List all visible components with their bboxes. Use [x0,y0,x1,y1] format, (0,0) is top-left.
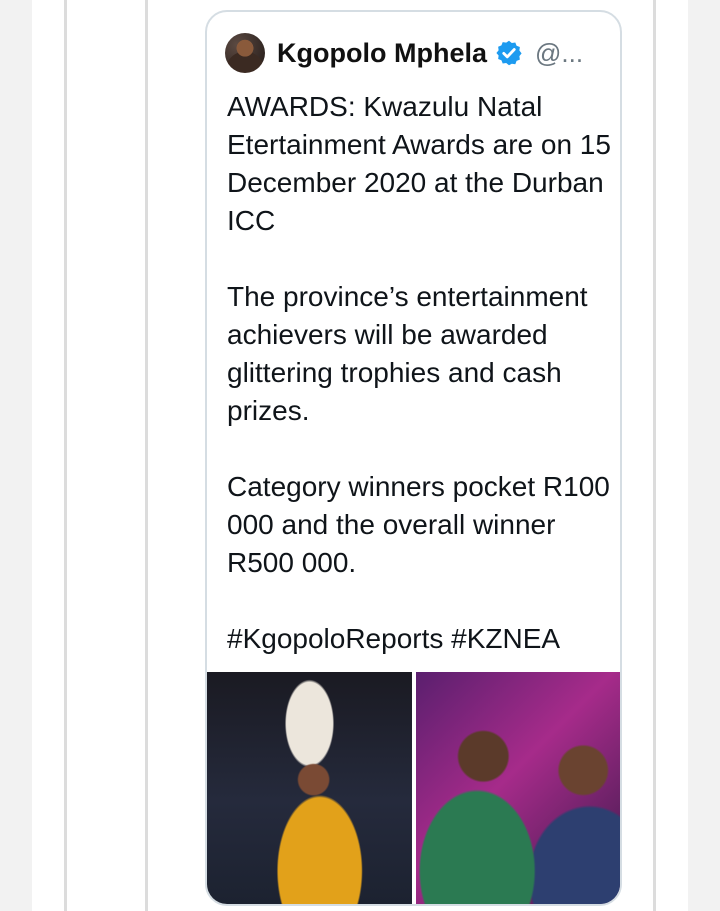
display-name[interactable]: Kgopolo Mphela [277,38,487,69]
tweet-paragraph: The province’s entertainment achievers w… [227,281,588,426]
avatar[interactable] [225,33,265,73]
tweet-paragraph: AWARDS: Kwazulu Natal Etertainment Award… [227,91,611,236]
tweet-paragraph: Category winners pocket R100 000 and the… [227,471,610,578]
quoted-tweet-card[interactable]: Kgopolo Mphela @... AWARDS: Kwazulu Nata… [205,10,622,906]
tweet-text: AWARDS: Kwazulu Natal Etertainment Award… [227,88,612,658]
media-photo-panel[interactable] [415,672,620,904]
tweet-header: Kgopolo Mphela @... [225,32,602,74]
thread-line-right [653,0,656,911]
media-photo-speaker[interactable] [207,672,412,904]
verified-badge-icon [496,40,522,66]
thread-line-middle [145,0,148,911]
thread-line-left [64,0,67,911]
handle[interactable]: @... [535,38,583,69]
media-grid [207,672,620,904]
tweet-hashtags[interactable]: #KgopoloReports #KZNEA [227,620,612,658]
